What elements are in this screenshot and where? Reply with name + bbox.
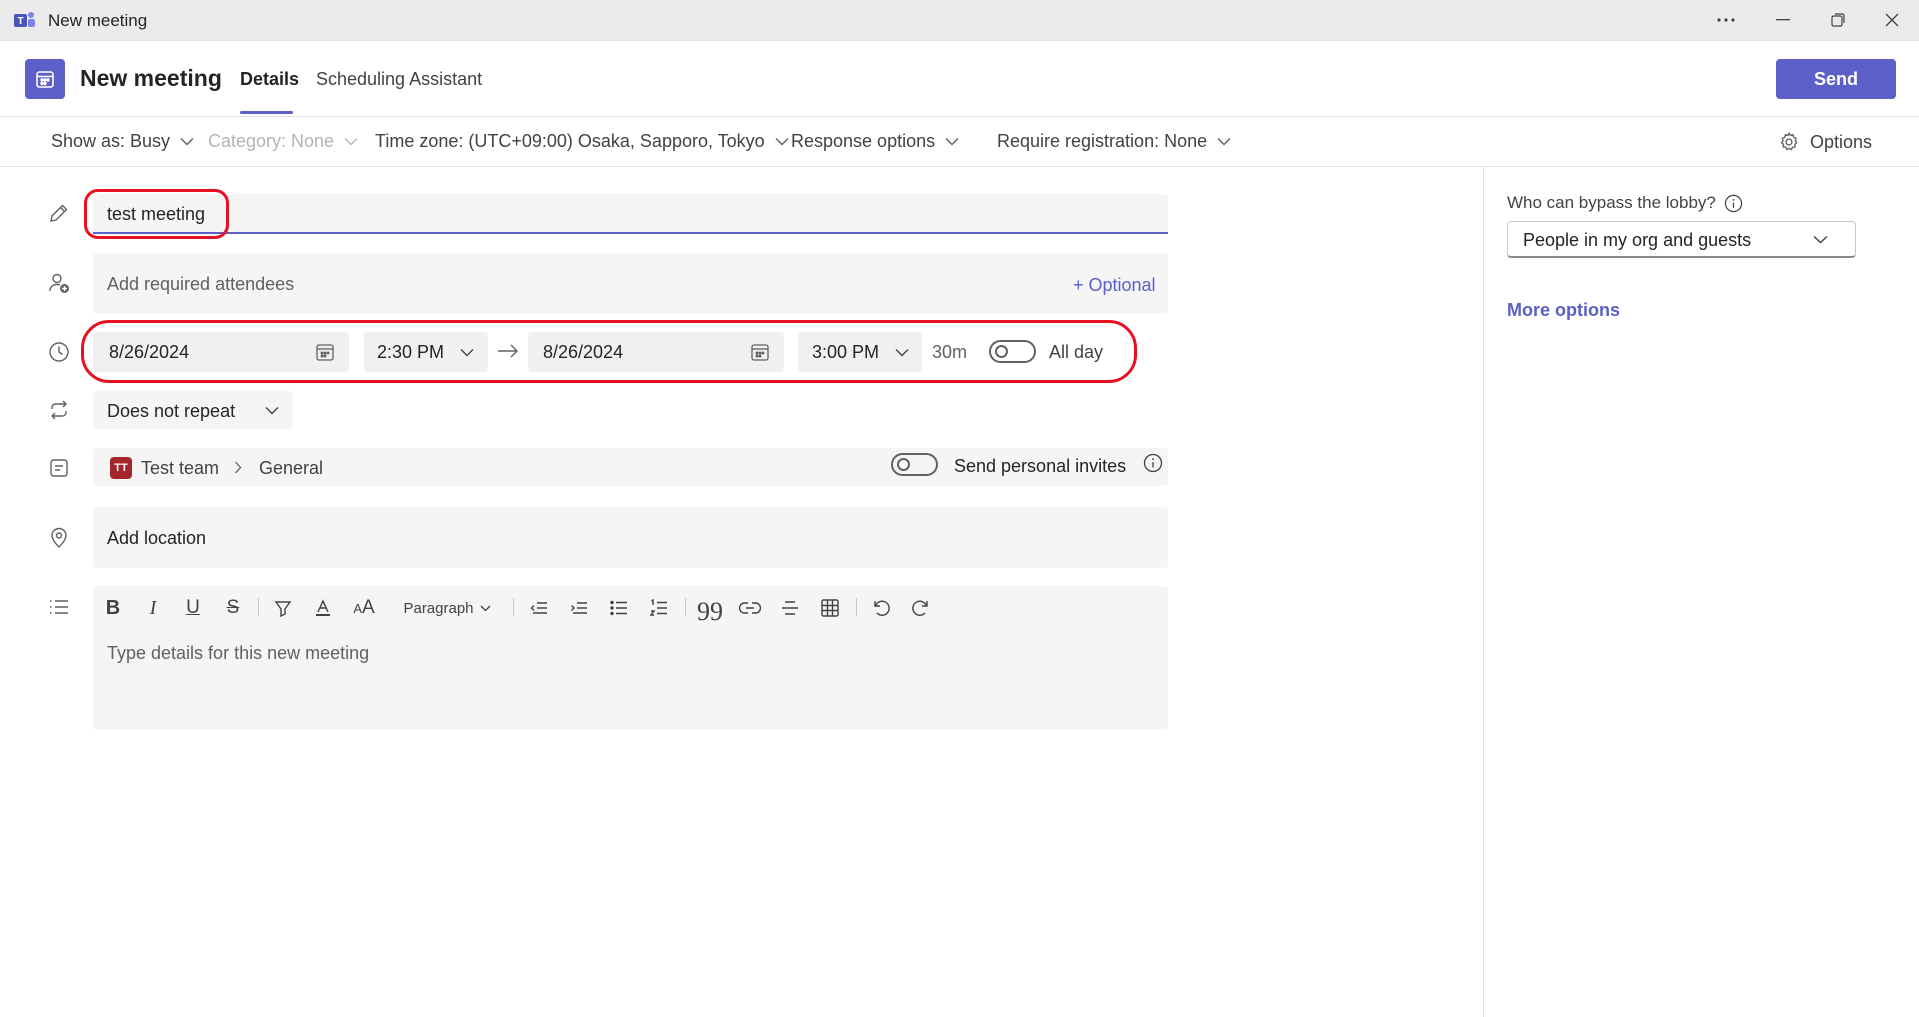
pencil-icon — [50, 204, 68, 222]
response-options-dropdown[interactable]: Response options — [791, 131, 959, 152]
meeting-header: New meeting Details Scheduling Assistant… — [0, 40, 1919, 117]
bold-icon[interactable]: B — [101, 596, 125, 620]
gear-icon — [1780, 131, 1798, 151]
channel-icon — [50, 459, 68, 477]
chevron-down-icon — [480, 605, 490, 611]
time-zone-label: Time zone: (UTC+09:00) Osaka, Sapporo, T… — [375, 131, 765, 151]
repeat-value: Does not repeat — [107, 401, 236, 421]
svg-text:T: T — [18, 16, 24, 27]
italic-icon[interactable]: I — [141, 596, 165, 620]
title-highlight-annotation — [84, 189, 229, 239]
chevron-down-icon — [1813, 235, 1828, 244]
minimize-icon[interactable] — [1755, 0, 1811, 40]
chevron-down-icon — [1217, 138, 1231, 146]
table-icon[interactable] — [818, 596, 842, 620]
tab-details[interactable]: Details — [240, 69, 299, 90]
toolbar-separator — [258, 598, 259, 616]
page-title: New meeting — [80, 65, 222, 91]
highlight-icon[interactable] — [271, 596, 295, 620]
location-input[interactable] — [93, 507, 1168, 568]
team-name: Test team — [141, 458, 220, 478]
info-icon[interactable] — [1724, 194, 1743, 213]
send-personal-invites-toggle[interactable] — [891, 453, 938, 476]
options-label: Options — [1810, 131, 1873, 152]
clock-icon — [49, 342, 69, 362]
chevron-right-icon — [235, 461, 242, 474]
close-icon[interactable] — [1864, 0, 1919, 40]
channel-name: General — [259, 458, 324, 478]
lobby-bypass-value: People in my org and guests — [1523, 230, 1752, 250]
time-zone-dropdown[interactable]: Time zone: (UTC+09:00) Osaka, Sapporo, T… — [375, 131, 789, 152]
numbered-list-icon[interactable] — [647, 596, 671, 620]
chevron-down-icon — [265, 407, 279, 415]
optional-attendees-link[interactable]: + Optional — [1073, 275, 1156, 296]
options-button[interactable]: Options — [1778, 131, 1872, 153]
details-list-icon — [50, 600, 68, 614]
lobby-label: Who can bypass the lobby? — [1507, 193, 1743, 213]
details-placeholder: Type details for this new meeting — [107, 643, 370, 663]
tab-scheduling-assistant[interactable]: Scheduling Assistant — [316, 69, 482, 90]
link-icon[interactable] — [738, 596, 762, 620]
bulleted-list-icon[interactable] — [607, 596, 631, 620]
lobby-label-text: Who can bypass the lobby? — [1507, 193, 1716, 212]
chevron-down-icon — [775, 138, 789, 146]
location-placeholder: Add location — [107, 528, 207, 548]
chevron-down-icon — [344, 138, 358, 146]
toolbar-separator — [856, 598, 857, 616]
undo-icon[interactable] — [869, 596, 893, 620]
category-dropdown[interactable]: Category: None — [208, 131, 358, 152]
more-icon[interactable] — [1698, 0, 1754, 40]
send-personal-invites-label: Send personal invites — [954, 456, 1127, 476]
font-color-icon[interactable] — [311, 596, 335, 620]
require-registration-label: Require registration: None — [997, 131, 1208, 151]
selected-tab-indicator — [240, 111, 293, 114]
show-as-label: Show as: Busy — [51, 131, 171, 151]
strikethrough-icon[interactable]: S — [221, 596, 245, 620]
date-time-highlight-annotation — [81, 320, 1137, 383]
meeting-options-toolbar: Show as: Busy Category: None Time zone: … — [0, 117, 1919, 167]
info-icon[interactable] — [1143, 453, 1163, 473]
calendar-icon — [25, 59, 65, 99]
window-title: New meeting — [48, 11, 148, 30]
redo-icon[interactable] — [909, 596, 933, 620]
add-person-icon — [49, 273, 69, 293]
paragraph-style-label: Paragraph — [403, 599, 474, 617]
chevron-down-icon — [945, 138, 959, 146]
horizontal-rule-icon[interactable] — [778, 596, 802, 620]
meeting-title-input[interactable] — [93, 194, 1168, 234]
font-size-icon[interactable]: AA — [350, 596, 378, 620]
repeat-icon — [51, 400, 67, 420]
underline-icon[interactable]: U — [181, 596, 205, 620]
require-registration-dropdown[interactable]: Require registration: None — [997, 131, 1231, 152]
team-avatar: TT — [110, 457, 132, 479]
right-panel-divider — [1483, 167, 1484, 1017]
send-button[interactable]: Send — [1776, 59, 1896, 99]
response-options-label: Response options — [791, 131, 936, 151]
chevron-down-icon — [180, 138, 194, 146]
category-label: Category: None — [208, 131, 335, 151]
location-icon — [51, 527, 67, 548]
show-as-dropdown[interactable]: Show as: Busy — [51, 131, 194, 152]
window-titlebar: T New meeting — [0, 0, 1919, 41]
quote-icon[interactable]: 99 — [697, 596, 723, 625]
teams-app-icon: T — [14, 12, 35, 27]
toolbar-separator — [685, 598, 686, 616]
more-options-link[interactable]: More options — [1507, 300, 1620, 321]
toggle-knob — [897, 458, 910, 471]
paragraph-style-dropdown[interactable]: Paragraph — [400, 596, 494, 620]
restore-icon[interactable] — [1810, 0, 1866, 40]
toolbar-separator — [513, 598, 514, 616]
increase-indent-icon[interactable] — [567, 596, 591, 620]
attendees-placeholder: Add required attendees — [107, 274, 295, 294]
decrease-indent-icon[interactable] — [527, 596, 551, 620]
